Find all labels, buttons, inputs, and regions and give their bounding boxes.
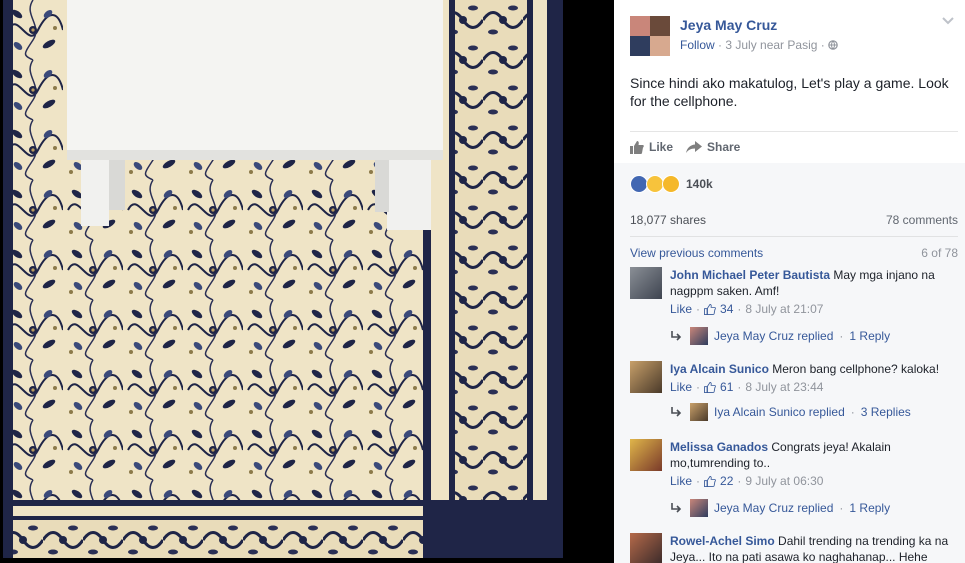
separator: · (696, 380, 701, 394)
replies-link[interactable]: Jeya May Cruz replied · 1 Reply (670, 499, 890, 517)
reply-count: 1 Reply (849, 329, 891, 343)
globe-icon (828, 40, 838, 50)
separator: · (696, 474, 701, 488)
share-icon (686, 141, 702, 153)
comment-body: John Michael Peter Bautista May mga inja… (670, 267, 960, 317)
thumb-up-small-icon (704, 381, 716, 393)
comment-like-count[interactable]: 22 (720, 473, 733, 489)
view-previous-comments[interactable]: View previous comments (630, 246, 763, 260)
replies-link[interactable]: Iya Alcain Sunico replied · 3 Replies (670, 403, 911, 421)
commenter-name[interactable]: Melissa Ganados (670, 440, 768, 454)
thumb-up-small-icon (704, 303, 716, 315)
separator: · (696, 302, 701, 316)
comment-like-count[interactable]: 61 (720, 379, 733, 395)
like-icon (630, 140, 644, 154)
post-actions: Like Share (630, 131, 958, 164)
separator: · (839, 329, 844, 343)
commenter-name[interactable]: John Michael Peter Bautista (670, 268, 830, 282)
reaction-count: 140k (686, 177, 713, 191)
separator: · (839, 501, 844, 515)
replies-link[interactable]: Jeya May Cruz replied · 1 Reply (670, 327, 890, 345)
commenter-name[interactable]: Rowel-Achel Simo (670, 534, 775, 548)
reply-count: 3 Replies (860, 405, 911, 419)
separator: · (737, 380, 742, 394)
author-avatar[interactable] (630, 16, 670, 56)
post-photo-viewer (0, 0, 614, 563)
comment-footer: Like · 22 · 9 July at 06:30 (670, 473, 960, 489)
commenter-avatar[interactable] (630, 267, 662, 299)
carpet-photo[interactable] (3, 0, 563, 558)
follow-link[interactable]: Follow (680, 38, 715, 52)
comment-like-link[interactable]: Like (670, 473, 692, 489)
divider (630, 236, 958, 237)
replier-label: Jeya May Cruz replied (714, 501, 834, 515)
comment-pager: 6 of 78 (921, 246, 958, 260)
commenter-avatar[interactable] (630, 439, 662, 471)
comment-like-link[interactable]: Like (670, 379, 692, 395)
replier-label: Iya Alcain Sunico replied (714, 405, 845, 419)
reply-count: 1 Reply (849, 501, 891, 515)
reactions-summary[interactable]: 140k (630, 175, 713, 193)
feedback-section: 140k 18,077 shares 78 comments View prev… (614, 163, 965, 563)
thumb-up-small-icon (704, 475, 716, 487)
wow-reaction-icon (662, 175, 680, 193)
separator: · (737, 302, 742, 316)
comment-like-link[interactable]: Like (670, 301, 692, 317)
post-sidebar: Jeya May Cruz Follow · 3 July near Pasig… (614, 0, 965, 563)
comment-body: Rowel-Achel Simo Dahil trending na trend… (670, 533, 960, 563)
comment-like-count[interactable]: 34 (720, 301, 733, 317)
like-button[interactable]: Like (630, 140, 673, 154)
post-text: Since hindi ako makatulog, Let's play a … (630, 75, 949, 109)
commenter-avatar[interactable] (630, 361, 662, 393)
comment-text: Meron bang cellphone? kaloka! (768, 362, 940, 376)
replier-avatar (690, 499, 708, 517)
shares-count[interactable]: 18,077 shares (630, 213, 706, 227)
replier-avatar (690, 403, 708, 421)
replier-label: Jeya May Cruz replied (714, 329, 834, 343)
replier-avatar (690, 327, 708, 345)
separator: · (737, 474, 742, 488)
comment-footer: Like · 61 · 8 July at 23:44 (670, 379, 960, 395)
like-label: Like (649, 140, 674, 154)
comment-time[interactable]: 8 July at 23:44 (745, 379, 823, 395)
comments-count[interactable]: 78 comments (886, 213, 958, 227)
commenter-name[interactable]: Iya Alcain Sunico (670, 362, 769, 376)
author-name[interactable]: Jeya May Cruz (680, 17, 777, 33)
share-label: Share (707, 140, 741, 154)
share-button[interactable]: Share (686, 140, 740, 154)
reply-arrow-icon (671, 503, 682, 513)
chevron-down-icon[interactable] (941, 16, 955, 26)
post-date-location[interactable]: · 3 July near Pasig · (715, 38, 828, 52)
reply-arrow-icon (671, 407, 682, 417)
reply-arrow-icon (671, 331, 682, 341)
comment-footer: Like · 34 · 8 July at 21:07 (670, 301, 960, 317)
separator: · (850, 405, 855, 419)
comment-time[interactable]: 9 July at 06:30 (745, 473, 823, 489)
comment-time[interactable]: 8 July at 21:07 (745, 301, 823, 317)
post-meta: Follow · 3 July near Pasig · (680, 38, 838, 52)
comment-body: Iya Alcain Sunico Meron bang cellphone? … (670, 361, 960, 395)
post-header: Jeya May Cruz Follow · 3 July near Pasig… (614, 0, 965, 60)
commenter-avatar[interactable] (630, 533, 662, 563)
comment-body: Melissa Ganados Congrats jeya! Akalain m… (670, 439, 960, 489)
